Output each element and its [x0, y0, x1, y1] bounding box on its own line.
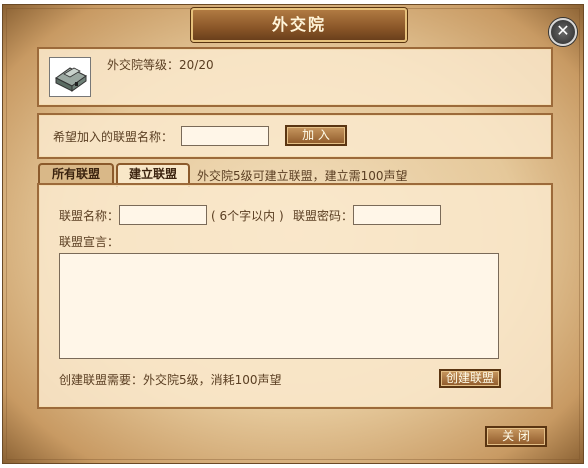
join-panel: 希望加入的联盟名称： 加 入 — [37, 113, 553, 159]
alliance-name-label: 联盟名称： — [59, 209, 120, 223]
embassy-dialog: 外交院 ✕ 外交院等级：20/20 希望加入的联盟名称： 加 入 所有联盟 建立… — [2, 4, 584, 464]
join-alliance-input[interactable] — [181, 126, 269, 146]
dialog-title: 外交院 — [191, 8, 407, 42]
alliance-declaration-label: 联盟宣言： — [59, 235, 120, 249]
tab-all-alliances[interactable]: 所有联盟 — [38, 163, 114, 185]
alliance-name-input[interactable] — [119, 205, 207, 225]
embassy-level: 外交院等级：20/20 — [107, 58, 214, 72]
alliance-password-input[interactable] — [353, 205, 441, 225]
create-alliance-button[interactable]: 创建联盟 — [439, 369, 501, 388]
alliance-name-hint: ( 6个字以内 ) — [211, 209, 284, 223]
embassy-building-icon — [49, 57, 91, 97]
alliance-password-label: 联盟密码： — [293, 209, 354, 223]
join-button[interactable]: 加 入 — [285, 125, 347, 146]
alliance-declaration-textarea[interactable] — [59, 253, 499, 359]
tab-note: 外交院5级可建立联盟，建立需100声望 — [197, 169, 408, 183]
close-button[interactable]: 关 闭 — [485, 426, 547, 447]
create-requirement-text: 创建联盟需要：外交院5级，消耗100声望 — [59, 373, 282, 387]
info-panel: 外交院等级：20/20 — [37, 47, 553, 107]
close-icon[interactable]: ✕ — [549, 18, 577, 46]
join-label: 希望加入的联盟名称： — [53, 130, 174, 144]
create-alliance-panel: 联盟名称： ( 6个字以内 ) 联盟密码： 联盟宣言： 创建联盟需要：外交院5级… — [37, 183, 553, 409]
